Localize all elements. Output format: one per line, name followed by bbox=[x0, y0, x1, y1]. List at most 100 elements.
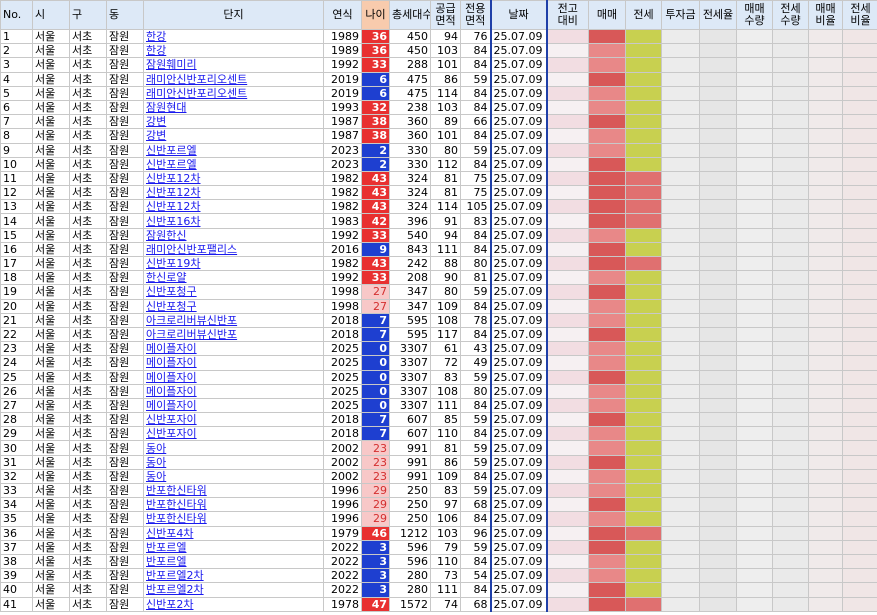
table-row[interactable]: 14 서울 서초 잠원 신반포16차 1983 42 396 91 83 25.07.09 bbox=[0, 213, 877, 229]
complex-link[interactable]: 반포한신타워 bbox=[143, 511, 324, 527]
table-row[interactable]: 18 서울 서초 잠원 한신로얄 1992 33 208 90 81 25.07.09 bbox=[0, 270, 877, 286]
table-row[interactable]: 5 서울 서초 잠원 래미안신반포리오센트 2019 6 475 114 84 25.07.09 bbox=[0, 85, 877, 101]
complex-link[interactable]: 한강 bbox=[143, 28, 324, 45]
complex-link[interactable]: 강변 bbox=[143, 128, 324, 144]
complex-link[interactable]: 반포한신타워 bbox=[143, 482, 324, 499]
table-row[interactable]: 3 서울 서초 잠원 잠원훼미리 1992 33 288 101 84 25.07.09 bbox=[0, 57, 877, 73]
complex-link[interactable]: 동아 bbox=[143, 454, 324, 470]
complex-link[interactable]: 신반포12차 bbox=[143, 170, 324, 187]
complex-link[interactable]: 신반포12차 bbox=[143, 199, 324, 215]
table-row[interactable]: 16 서울 서초 잠원 래미안신반포팰리스 2016 9 843 111 84 25.07.09 bbox=[0, 241, 877, 258]
table-row[interactable]: 32 서울 서초 잠원 동아 2002 23 991 109 84 25.07.09 bbox=[0, 468, 877, 485]
col-header-dong[interactable]: 동 bbox=[106, 0, 144, 30]
complex-link[interactable]: 신반포르엘 bbox=[143, 156, 324, 172]
complex-link[interactable]: 동아 bbox=[143, 468, 324, 485]
complex-link[interactable]: 래미안신반포리오센트 bbox=[143, 85, 324, 101]
table-row[interactable]: 9 서울 서초 잠원 신반포르엘 2023 2 330 80 59 25.07.09 bbox=[0, 142, 877, 158]
table-row[interactable]: 40 서울 서초 잠원 반포르엘2차 2022 3 280 111 84 25.07.09 bbox=[0, 582, 877, 598]
table-row[interactable]: 23 서울 서초 잠원 메이플자이 2025 0 3307 61 43 25.07.09 bbox=[0, 341, 877, 357]
complex-link[interactable]: 신반포청구 bbox=[143, 284, 324, 300]
complex-link[interactable]: 메이플자이 bbox=[143, 383, 324, 399]
col-header-jeonse-qty[interactable]: 전세 수량 bbox=[772, 0, 809, 30]
table-row[interactable]: 10 서울 서초 잠원 신반포르엘 2023 2 330 112 84 25.07.09 bbox=[0, 156, 877, 172]
col-header-year[interactable]: 연식 bbox=[323, 0, 362, 30]
complex-link[interactable]: 동아 bbox=[143, 440, 324, 456]
complex-link[interactable]: 아크로리버뷰신반포 bbox=[143, 312, 324, 328]
table-row[interactable]: 7 서울 서초 잠원 강변 1987 38 360 89 66 25.07.09 bbox=[0, 114, 877, 130]
col-header-no[interactable]: No. bbox=[0, 0, 33, 30]
col-header-supply-area[interactable]: 공급 면적 bbox=[430, 0, 461, 30]
table-row[interactable]: 13 서울 서초 잠원 신반포12차 1982 43 324 114 105 25.07.09 bbox=[0, 199, 877, 215]
complex-link[interactable]: 한신로얄 bbox=[143, 270, 324, 286]
table-row[interactable]: 31 서울 서초 잠원 동아 2002 23 991 86 59 25.07.09 bbox=[0, 454, 877, 470]
complex-link[interactable]: 잠원훼미리 bbox=[143, 57, 324, 73]
table-row[interactable]: 36 서울 서초 잠원 신반포4차 1979 46 1212 103 96 25.07.09 bbox=[0, 525, 877, 541]
col-header-sale-qty[interactable]: 매매 수량 bbox=[736, 0, 773, 30]
complex-link[interactable]: 아크로리버뷰신반포 bbox=[143, 326, 324, 343]
table-row[interactable]: 22 서울 서초 잠원 아크로리버뷰신반포 2018 7 595 117 84 25.07.09 bbox=[0, 326, 877, 343]
col-header-gu[interactable]: 구 bbox=[69, 0, 107, 30]
complex-link[interactable]: 신반포르엘 bbox=[143, 142, 324, 158]
table-row[interactable]: 15 서울 서초 잠원 잠원한신 1992 33 540 94 84 25.07.09 bbox=[0, 227, 877, 243]
table-row[interactable]: 29 서울 서초 잠원 신반포자이 2018 7 607 110 84 25.07.09 bbox=[0, 426, 877, 442]
complex-link[interactable]: 신반포청구 bbox=[143, 298, 324, 314]
complex-link[interactable]: 반포르엘2차 bbox=[143, 568, 324, 584]
complex-link[interactable]: 신반포16차 bbox=[143, 213, 324, 229]
table-row[interactable]: 11 서울 서초 잠원 신반포12차 1982 43 324 81 75 25.07.09 bbox=[0, 170, 877, 187]
col-header-investment[interactable]: 투자금 bbox=[661, 0, 700, 30]
col-header-jeonse-ratio[interactable]: 전세 비율 bbox=[842, 0, 877, 30]
col-header-exclusive-area[interactable]: 전용 면적 bbox=[460, 0, 491, 30]
table-row[interactable]: 6 서울 서초 잠원 잠원현대 1993 32 238 103 84 25.07.09 bbox=[0, 99, 877, 116]
table-row[interactable]: 12 서울 서초 잠원 신반포12차 1982 43 324 81 75 25.07.09 bbox=[0, 185, 877, 201]
complex-link[interactable]: 신반포자이 bbox=[143, 426, 324, 442]
table-row[interactable]: 24 서울 서초 잠원 메이플자이 2025 0 3307 72 49 25.07.09 bbox=[0, 355, 877, 371]
col-header-age[interactable]: 나이 bbox=[361, 0, 390, 30]
col-header-complex[interactable]: 단지 bbox=[143, 0, 324, 30]
table-row[interactable]: 21 서울 서초 잠원 아크로리버뷰신반포 2018 7 595 108 78 25.07.09 bbox=[0, 312, 877, 328]
table-row[interactable]: 1 서울 서초 잠원 한강 1989 36 450 94 76 25.07.09 bbox=[0, 28, 877, 45]
col-header-sale[interactable]: 매매 bbox=[588, 0, 626, 30]
complex-link[interactable]: 신반포2차 bbox=[143, 596, 324, 612]
complex-link[interactable]: 래미안신반포리오센트 bbox=[143, 71, 324, 87]
complex-link[interactable]: 신반포4차 bbox=[143, 525, 324, 541]
complex-link[interactable]: 반포르엘 bbox=[143, 539, 324, 555]
table-row[interactable]: 41 서울 서초 잠원 신반포2차 1978 47 1572 74 68 25.07.09 bbox=[0, 596, 877, 612]
table-row[interactable]: 4 서울 서초 잠원 래미안신반포리오센트 2019 6 475 86 59 25.07.09 bbox=[0, 71, 877, 87]
col-header-sale-ratio[interactable]: 매매 비율 bbox=[808, 0, 843, 30]
table-row[interactable]: 27 서울 서초 잠원 메이플자이 2025 0 3307 111 84 25.07.09 bbox=[0, 397, 877, 414]
complex-link[interactable]: 잠원현대 bbox=[143, 99, 324, 116]
complex-link[interactable]: 반포르엘 bbox=[143, 553, 324, 570]
col-header-date[interactable]: 날짜 bbox=[489, 0, 548, 30]
table-row[interactable]: 33 서울 서초 잠원 반포한신타워 1996 29 250 83 59 25.07.09 bbox=[0, 482, 877, 499]
table-row[interactable]: 37 서울 서초 잠원 반포르엘 2022 3 596 79 59 25.07.09 bbox=[0, 539, 877, 555]
table-row[interactable]: 19 서울 서초 잠원 신반포청구 1998 27 347 80 59 25.07.09 bbox=[0, 284, 877, 300]
complex-link[interactable]: 반포르엘2차 bbox=[143, 582, 324, 598]
col-header-vs-prev[interactable]: 전고 대비 bbox=[546, 0, 589, 30]
col-header-si[interactable]: 시 bbox=[32, 0, 70, 30]
table-row[interactable]: 25 서울 서초 잠원 메이플자이 2025 0 3307 83 59 25.07.09 bbox=[0, 369, 877, 385]
complex-link[interactable]: 메이플자이 bbox=[143, 341, 324, 357]
complex-link[interactable]: 한강 bbox=[143, 43, 324, 59]
table-row[interactable]: 17 서울 서초 잠원 신반포19차 1982 43 242 88 80 25.07.09 bbox=[0, 255, 877, 272]
complex-link[interactable]: 반포한신타워 bbox=[143, 497, 324, 513]
table-row[interactable]: 38 서울 서초 잠원 반포르엘 2022 3 596 110 84 25.07.09 bbox=[0, 553, 877, 570]
table-row[interactable]: 30 서울 서초 잠원 동아 2002 23 991 81 59 25.07.09 bbox=[0, 440, 877, 456]
complex-link[interactable]: 메이플자이 bbox=[143, 369, 324, 385]
complex-link[interactable]: 신반포12차 bbox=[143, 185, 324, 201]
complex-link[interactable]: 강변 bbox=[143, 114, 324, 130]
table-row[interactable]: 2 서울 서초 잠원 한강 1989 36 450 103 84 25.07.09 bbox=[0, 43, 877, 59]
table-row[interactable]: 26 서울 서초 잠원 메이플자이 2025 0 3307 108 80 25.07.09 bbox=[0, 383, 877, 399]
table-row[interactable]: 8 서울 서초 잠원 강변 1987 38 360 101 84 25.07.09 bbox=[0, 128, 877, 144]
complex-link[interactable]: 신반포19차 bbox=[143, 255, 324, 272]
table-row[interactable]: 35 서울 서초 잠원 반포한신타워 1996 29 250 106 84 25.07.09 bbox=[0, 511, 877, 527]
complex-link[interactable]: 메이플자이 bbox=[143, 397, 324, 414]
table-row[interactable]: 34 서울 서초 잠원 반포한신타워 1996 29 250 97 68 25.07.09 bbox=[0, 497, 877, 513]
complex-link[interactable]: 메이플자이 bbox=[143, 355, 324, 371]
table-row[interactable]: 39 서울 서초 잠원 반포르엘2차 2022 3 280 73 54 25.07.09 bbox=[0, 568, 877, 584]
col-header-households[interactable]: 총세대수 bbox=[389, 0, 431, 30]
col-header-jeonse-rate[interactable]: 전세율 bbox=[699, 0, 737, 30]
complex-link[interactable]: 신반포자이 bbox=[143, 412, 324, 428]
col-header-jeonse[interactable]: 전세 bbox=[625, 0, 662, 30]
table-row[interactable]: 28 서울 서초 잠원 신반포자이 2018 7 607 85 59 25.07.09 bbox=[0, 412, 877, 428]
complex-link[interactable]: 래미안신반포팰리스 bbox=[143, 241, 324, 258]
